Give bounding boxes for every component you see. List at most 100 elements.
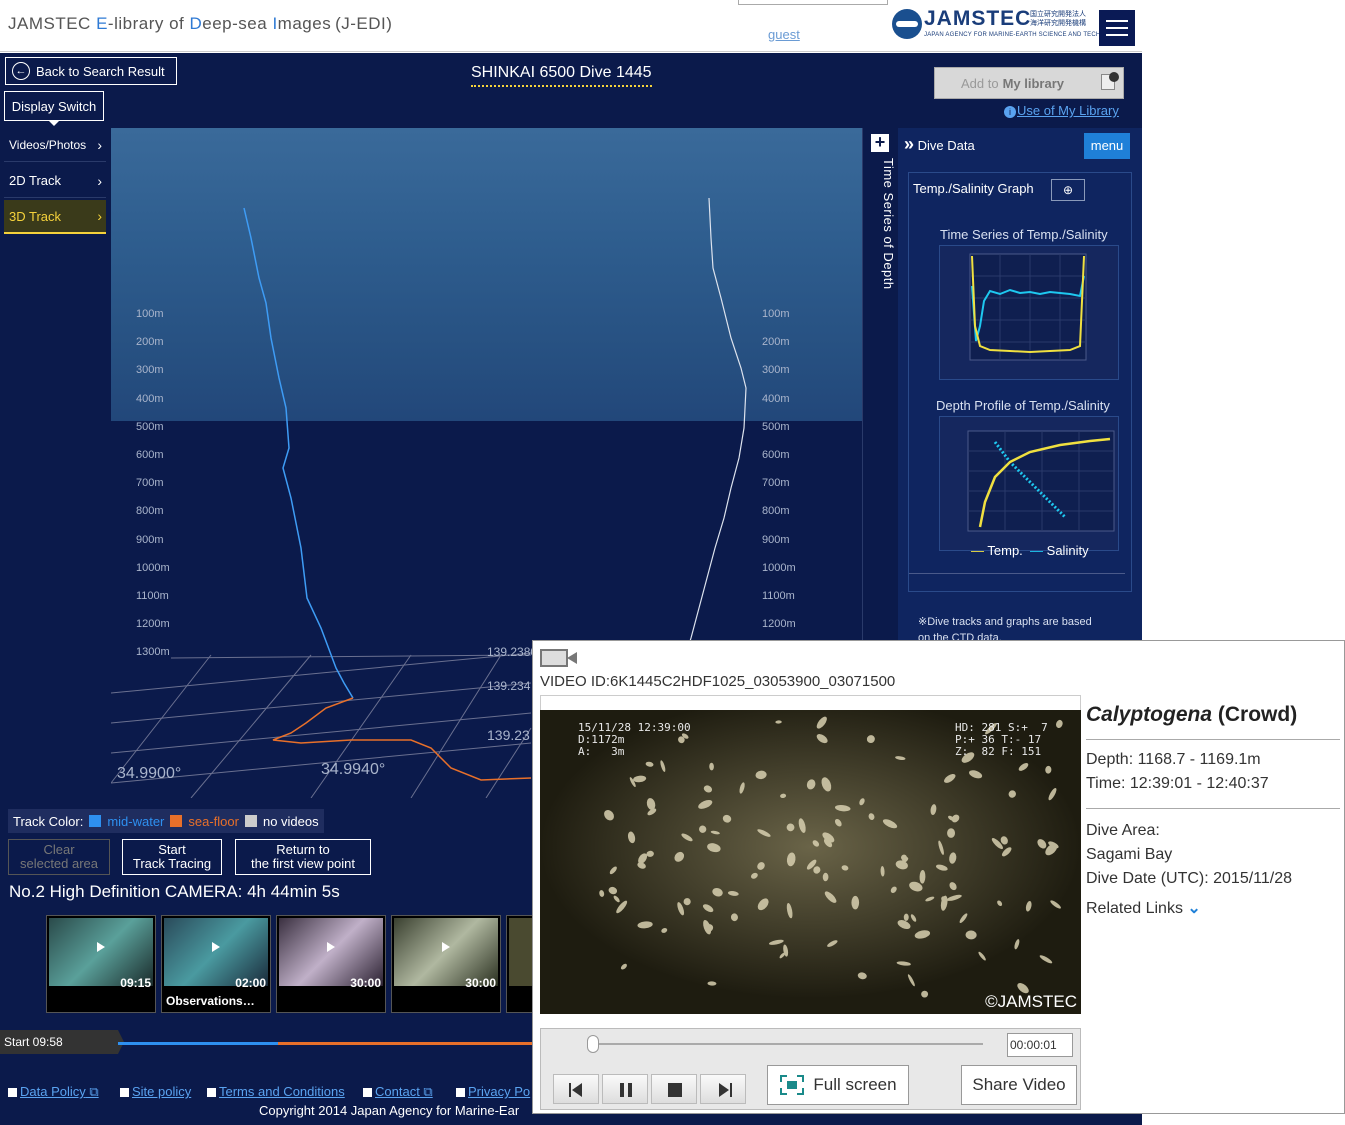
dive-date: Dive Date (UTC): 2015/11/28 bbox=[1086, 870, 1293, 887]
dive-data-label: Dive Data bbox=[917, 138, 975, 153]
lat-label: 139.2380 bbox=[487, 645, 538, 659]
thumbnail-caption: Observations… bbox=[166, 994, 255, 1008]
add-library-label: Add to bbox=[961, 75, 999, 91]
sidebar-item-3d-track[interactable]: 3D Track › bbox=[4, 200, 106, 234]
video-thumbnail[interactable]: 30:00 bbox=[276, 915, 386, 1013]
footer-link-privacy[interactable]: Privacy Po bbox=[456, 1084, 530, 1099]
thumbnail-duration: 09:15 bbox=[120, 976, 151, 990]
depth-range: Depth: 1168.7 - 1169.1m bbox=[1086, 751, 1261, 768]
header-dropdown-edge bbox=[738, 0, 888, 5]
camera-title: No.2 High Definition CAMERA: 4h 44min 5s bbox=[9, 882, 340, 901]
hamburger-menu-button[interactable] bbox=[1099, 10, 1135, 46]
clear-label-1: Clear bbox=[43, 842, 75, 857]
video-thumbnail[interactable]: 02:00 Observations… bbox=[161, 915, 271, 1013]
mid-water-swatch bbox=[89, 815, 102, 827]
lat-label: 139.234 bbox=[487, 679, 531, 693]
library-icon bbox=[1101, 72, 1119, 90]
pause-button[interactable] bbox=[602, 1074, 648, 1104]
time-series-graph[interactable] bbox=[939, 245, 1119, 380]
video-popup: VIDEO ID:6K1445C2HDF1025_03053900_030715… bbox=[532, 640, 1345, 1114]
sidebar-item-label: 3D Track bbox=[9, 208, 62, 224]
time-input[interactable]: 00:00:01 bbox=[1007, 1033, 1073, 1057]
video-watermark: ©JAMSTEC bbox=[985, 992, 1077, 1011]
expand-plus-icon[interactable]: + bbox=[871, 133, 889, 152]
chevron-right-icon: › bbox=[97, 136, 102, 153]
thumbnail-duration: 30:00 bbox=[465, 976, 496, 990]
time-series-label: Time Series of Depth bbox=[881, 158, 896, 290]
return-first-view-button[interactable]: Return to the first view point bbox=[235, 839, 371, 875]
sea-floor-swatch bbox=[170, 815, 183, 827]
timeline-mid-water-segment bbox=[118, 1042, 278, 1045]
time-series-plot bbox=[969, 253, 1087, 361]
footer-link-label: Data Policy bbox=[20, 1084, 86, 1099]
depth-profile-plot bbox=[967, 430, 1115, 532]
lat-label: 139.23 bbox=[487, 727, 530, 743]
menu-button[interactable]: menu bbox=[1084, 133, 1130, 159]
logo-text: JAMSTEC bbox=[924, 7, 1032, 30]
species-italic: Calyptogena bbox=[1086, 703, 1213, 726]
species-note: (Crowd) bbox=[1217, 703, 1298, 726]
sidebar-item-videos-photos[interactable]: Videos/Photos › bbox=[4, 128, 106, 162]
video-player[interactable]: 15/11/28 12:39:00 D:1172m A: 3m HD: 281 … bbox=[540, 710, 1081, 1014]
video-thumbnail[interactable]: 30:00 bbox=[391, 915, 501, 1013]
fullscreen-label: Full screen bbox=[813, 1075, 897, 1094]
clear-selected-area-button[interactable]: Clear selected area bbox=[8, 839, 110, 875]
site-title[interactable]: JAMSTEC E-library of Deep-sea Images (J-… bbox=[8, 14, 392, 34]
add-to-library-button[interactable]: Add to My library bbox=[934, 67, 1124, 99]
thumbnail-duration: 30:00 bbox=[350, 976, 381, 990]
use-of-library-link[interactable]: i Use of My Library bbox=[1004, 103, 1119, 118]
dive-meta: Dive Area: Sagami Bay Dive Date (UTC): 2… bbox=[1086, 809, 1340, 921]
footer-link-data-policy[interactable]: Data Policy ⧉ bbox=[8, 1084, 99, 1100]
start-track-tracing-button[interactable]: Start Track Tracing bbox=[122, 839, 222, 875]
double-chevron-down-icon: ⌄ bbox=[1187, 900, 1201, 917]
jamstec-logo[interactable]: JAMSTEC 国立研究開発法人 海洋研究開発機構 JAPAN AGENCY F… bbox=[892, 7, 1127, 45]
seek-slider[interactable] bbox=[587, 1035, 983, 1053]
footer-link-label: Privacy Po bbox=[468, 1084, 531, 1099]
graph1-title: Time Series of Temp./Salinity bbox=[940, 227, 1108, 242]
zoom-icon[interactable]: ⊕ bbox=[1051, 179, 1085, 201]
footer-link-label: Contact bbox=[375, 1084, 420, 1099]
play-icon bbox=[212, 942, 220, 952]
return-label-2: the first view point bbox=[250, 856, 356, 871]
footer-link-site-policy[interactable]: Site policy bbox=[120, 1084, 191, 1099]
thumbnail-duration: 02:00 bbox=[235, 976, 266, 990]
jamstec-emblem-icon bbox=[892, 9, 922, 39]
dive-data-header[interactable]: » Dive Data bbox=[904, 134, 975, 155]
depth-profile-graph[interactable] bbox=[939, 416, 1119, 551]
clear-label-2: selected area bbox=[19, 856, 99, 871]
logo-japanese: 国立研究開発法人 海洋研究開発機構 bbox=[1030, 11, 1086, 27]
footer-link-terms[interactable]: Terms and Conditions bbox=[207, 1084, 345, 1099]
step-forward-button[interactable] bbox=[700, 1074, 746, 1104]
sidebar-item-2d-track[interactable]: 2D Track › bbox=[4, 164, 106, 198]
step-forward-icon bbox=[719, 1083, 732, 1097]
video-id: VIDEO ID:6K1445C2HDF1025_03053900_030715… bbox=[540, 673, 896, 690]
back-to-search-button[interactable]: ← Back to Search Result bbox=[5, 57, 177, 85]
fullscreen-button[interactable]: Full screen bbox=[767, 1065, 909, 1105]
hamburger-line bbox=[1106, 34, 1128, 36]
use-library-label: Use of My Library bbox=[1017, 103, 1119, 118]
mid-water-label: mid-water bbox=[107, 813, 165, 829]
double-chevron-icon: » bbox=[904, 134, 915, 154]
osd-right: HD: 281 S:+ 7 P:+ 36 T:- 17 Z: 82 F: 151 bbox=[955, 721, 1048, 758]
start-label-1: Start bbox=[158, 842, 186, 857]
play-icon bbox=[327, 942, 335, 952]
legend-salinity: Salinity bbox=[1046, 543, 1089, 558]
add-library-bold: My library bbox=[1002, 75, 1065, 91]
display-switch-button[interactable]: Display Switch bbox=[4, 91, 104, 126]
timeline-sea-floor-segment bbox=[278, 1042, 538, 1045]
step-back-button[interactable] bbox=[553, 1074, 599, 1104]
footer-link-contact[interactable]: Contact ⧉ bbox=[363, 1084, 433, 1100]
share-video-button[interactable]: Share Video bbox=[961, 1065, 1077, 1105]
video-thumbnail[interactable]: 09:15 bbox=[46, 915, 156, 1013]
track-color-legend: Track Color: mid-water sea-floor no vide… bbox=[8, 809, 324, 833]
logo-subtitle: JAPAN AGENCY FOR MARINE-EARTH SCIENCE AN… bbox=[924, 32, 1128, 38]
copyright: Copyright 2014 Japan Agency for Marine-E… bbox=[259, 1103, 520, 1118]
stop-button[interactable] bbox=[651, 1074, 697, 1104]
guest-link[interactable]: guest bbox=[768, 27, 800, 42]
related-links-toggle[interactable]: Related Links ⌄ bbox=[1086, 897, 1340, 921]
back-label: Back to Search Result bbox=[36, 63, 165, 79]
stop-icon bbox=[668, 1083, 682, 1097]
video-controls: 00:00:01 Full screen Share Video bbox=[540, 1028, 1081, 1110]
seek-knob[interactable] bbox=[587, 1035, 599, 1053]
time-range: Time: 12:39:01 - 12:40:37 bbox=[1086, 775, 1269, 792]
